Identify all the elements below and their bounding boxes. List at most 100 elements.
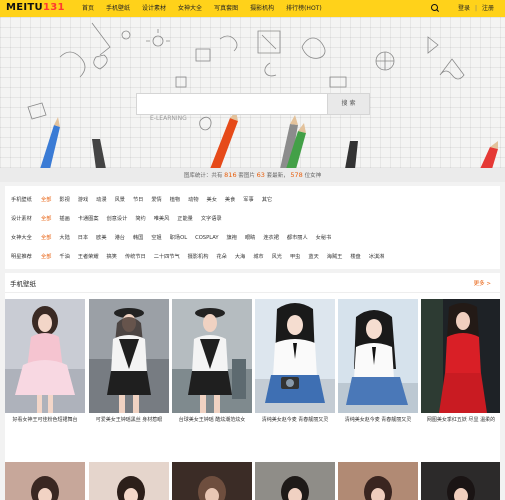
category-link[interactable]: 连衣裙 [263,232,279,244]
category-link[interactable]: 全部 [41,213,51,225]
register-link[interactable]: 注册 [482,0,494,17]
category-link[interactable]: 爱情 [151,194,161,206]
category-link[interactable]: 职场OL [170,232,187,244]
nav-home[interactable]: 首页 [76,0,100,17]
nav-studios[interactable]: 摄影机构 [244,0,280,17]
category-link[interactable]: 搞笑 [107,251,117,263]
photo-thumbnail[interactable] [172,462,252,500]
photo-thumbnail[interactable] [338,462,418,500]
category-link[interactable]: 美女 [207,194,217,206]
nav-wallpaper[interactable]: 手机壁纸 [100,0,136,17]
category-link[interactable]: 女秘书 [316,232,332,244]
photo-thumbnail[interactable] [255,299,335,413]
photo-thumbnail[interactable] [421,299,500,413]
category-link[interactable]: 旗袍 [227,232,237,244]
category-link[interactable]: COSPLAY [195,232,218,244]
category-link[interactable]: 植物 [170,194,180,206]
category-link[interactable]: 传统节日 [125,251,146,263]
category-link[interactable]: 唯美风 [154,213,170,225]
category-link[interactable]: 卡通图案 [78,213,99,225]
nav-ranking[interactable]: 排行榜(HOT) [280,0,328,17]
category-link[interactable]: 动漫 [96,194,106,206]
category-link[interactable]: 简约 [135,213,145,225]
nav-design[interactable]: 设计素材 [136,0,172,17]
category-link[interactable]: 插画 [59,213,69,225]
category-link[interactable]: 港台 [115,232,125,244]
category-link[interactable]: 节日 [133,194,143,206]
category-heading[interactable]: 设计素材 [11,213,37,225]
category-link[interactable]: 二十四节气 [154,251,180,263]
category-link[interactable]: 海贼王 [327,251,343,263]
site-logo[interactable]: MEITU131 [6,2,65,13]
category-link[interactable]: 军事 [243,194,253,206]
stats-bar: 图库统计：共有 816 套图片 63 套最新， 578 位女神 [0,168,505,182]
category-link[interactable]: 千油 [59,251,69,263]
photo-thumbnail[interactable] [421,462,500,500]
stats-sets-count: 816 [224,171,237,179]
photo-thumbnail[interactable] [5,462,85,500]
stats-prefix: 图库统计：共有 [183,173,223,179]
category-link[interactable]: 正能量 [177,213,193,225]
photo-thumbnail[interactable] [338,299,418,413]
category-link[interactable]: 都市丽人 [287,232,308,244]
banner-doodle-text: E-LEARNING [150,115,187,122]
category-link[interactable]: 美食 [225,194,235,206]
login-link[interactable]: 登录 [458,0,470,17]
photo-thumbnail[interactable] [89,299,169,413]
photo-caption[interactable]: 网图美女季红五妖 尽显 温柔的 [421,416,500,425]
more-link[interactable]: 更多 > [474,279,491,287]
photo-caption[interactable]: 清纯美女赵今麦 青春靓丽又灵 [255,416,335,425]
search-bar: 搜 索 [136,93,370,115]
category-link[interactable]: 全部 [41,251,51,263]
category-link[interactable]: 城市 [253,251,263,263]
nav-photo-sets[interactable]: 写真套图 [208,0,244,17]
category-row-stars: 明星推荐 全部 千油 王者荣耀 搞笑 传统节日 二十四节气 摄影机构 花朵 大海 城市 风光 甲虫 蓝天海… [11,251,392,263]
category-link[interactable]: 文字语录 [201,213,222,225]
category-link[interactable]: 动物 [188,194,198,206]
category-heading[interactable]: 明星推荐 [11,251,37,263]
category-link[interactable]: 风光 [272,251,282,263]
category-link[interactable]: 花朵 [216,251,226,263]
category-link[interactable]: 欧美 [96,232,106,244]
category-link[interactable]: 全部 [41,232,51,244]
stats-sets-unit: 套图片 [238,173,255,179]
category-link[interactable]: 空姐 [151,232,161,244]
search-icon[interactable] [431,4,440,13]
category-link[interactable]: 冰淇淋 [369,251,385,263]
stats-models-unit: 位女神 [304,173,322,179]
category-link[interactable]: 摄影机构 [188,251,209,263]
logo-text: MEITU [6,2,43,13]
category-heading[interactable]: 手机壁纸 [11,194,37,206]
category-link[interactable]: 大陆 [59,232,69,244]
category-link[interactable]: 创意设计 [107,213,128,225]
nav-goddess[interactable]: 女神大全 [172,0,208,17]
category-link[interactable]: 楼盘 [350,251,360,263]
category-link[interactable]: 风景 [115,194,125,206]
photo-caption[interactable]: 台球美女王钟瑶 酷炫潮范炫女 [172,416,252,425]
photo-caption[interactable]: 清纯美女赵今麦 青春靓丽又灵 [338,416,418,425]
photo-thumbnail[interactable] [172,299,252,413]
category-link[interactable]: 全部 [41,194,51,206]
category-heading[interactable]: 女神大全 [11,232,37,244]
category-link[interactable]: 影视 [59,194,69,206]
section-title: 手机壁纸 [10,280,36,288]
photo-thumbnail[interactable] [255,462,335,500]
category-link[interactable]: 游戏 [78,194,88,206]
category-link[interactable]: 日本 [78,232,88,244]
photo-thumbnail[interactable] [89,462,169,500]
photo-caption[interactable]: 好看女神王可佳粉色短裙舞台 [5,416,85,425]
photo-caption[interactable]: 可爱美女王钟瑶黑丝 身材惹眼 [89,416,169,425]
search-input[interactable] [137,94,327,114]
gallery-section: 手机壁纸 更多 > 好看女神王可佳粉色短裙舞台 可爱美女王钟瑶黑丝 身材惹眼 台… [5,273,500,500]
category-link[interactable]: 蓝天 [308,251,318,263]
category-link[interactable]: 大海 [235,251,245,263]
search-button[interactable]: 搜 索 [327,94,369,114]
category-link[interactable]: 甲虫 [290,251,300,263]
category-panel: 手机壁纸 全部 影视 游戏 动漫 风景 节日 爱情 植物 动物 美女 美食 军事 其它 设计素材 全部 插画卡… [5,186,500,269]
category-link[interactable]: 眼睛 [245,232,255,244]
category-link[interactable]: 韩国 [133,232,143,244]
category-row-design: 设计素材 全部 插画 卡通图案 创意设计 简约 唯美风 正能量 文字语录 [11,213,230,225]
category-link[interactable]: 王者荣耀 [78,251,99,263]
photo-thumbnail[interactable] [5,299,85,413]
category-link[interactable]: 其它 [262,194,272,206]
